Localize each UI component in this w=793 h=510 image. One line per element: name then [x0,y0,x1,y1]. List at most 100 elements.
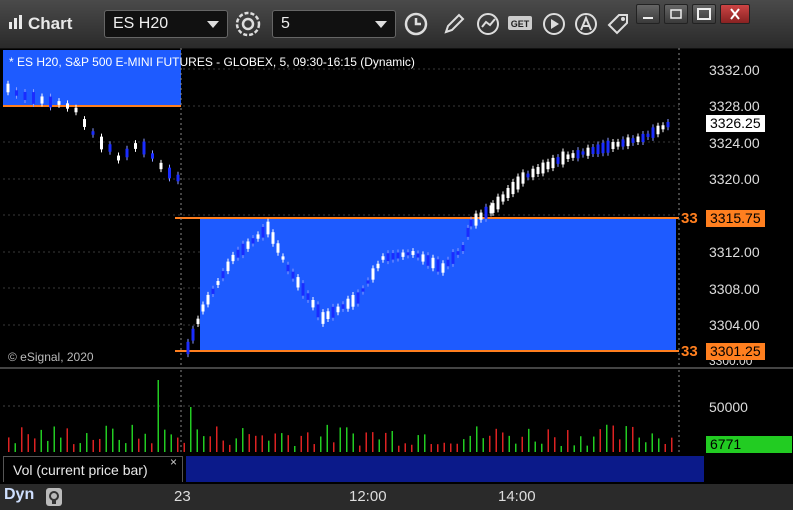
candle [134,143,137,149]
candle [446,259,450,267]
price-tick: 3320.00 [709,171,760,187]
candle [391,253,395,260]
title-bar: Chart ES H20 5 GET [0,0,793,49]
time-button[interactable] [402,10,430,38]
volume-bar [456,443,458,452]
chart-app-icon [9,15,22,29]
candle [436,259,440,272]
candle [23,91,27,101]
volume-bar [573,445,575,452]
link-button[interactable] [604,10,632,38]
volume-bar [229,444,231,452]
candle [83,119,86,127]
candle [596,144,600,155]
minimize-button[interactable] [636,4,660,24]
volume-bar [502,432,504,452]
candle [206,294,210,305]
volume-bar [365,432,367,452]
volume-bar [235,438,237,452]
candle [271,232,275,244]
candle [656,125,660,135]
copyright-text: © eSignal, 2020 [8,350,94,364]
volume-bar [339,427,341,452]
volume-bar [482,438,484,452]
volume-bar [554,437,556,452]
candle [666,121,670,128]
candle [331,306,335,318]
last-price-badge: 3326.25 [706,115,765,132]
volume-bar [437,444,439,452]
candle [226,261,230,272]
panel-divider[interactable] [0,367,793,369]
volume-bar [411,444,413,452]
maximize-button[interactable] [692,4,716,24]
volume-bar [261,435,263,452]
candle [511,181,515,195]
candle [159,162,163,170]
volume-bar [138,438,140,452]
candle [406,252,410,256]
candle [301,283,305,296]
replay-button[interactable] [540,10,568,38]
volume-bar [528,428,530,452]
candle [306,293,310,300]
volume-study-label: Vol (current price bar) [13,462,148,478]
chevron-down-icon [375,21,387,28]
volume-bar [294,445,296,452]
get-button[interactable]: GET [506,10,534,38]
candle [346,298,350,309]
interval-dropdown[interactable]: 5 [272,10,396,38]
volume-bar [612,425,614,452]
candle [591,147,595,154]
candle [6,83,10,93]
volume-bar [60,437,62,452]
level-high-badge: 3315.75 [706,210,765,227]
volume-bar [599,429,601,452]
candle [381,256,385,260]
volume-bar [92,439,94,452]
volume-bar [190,407,192,452]
volume-bar [378,439,380,452]
time-axis-bar[interactable] [0,484,793,510]
candle [526,173,530,178]
candle [479,212,483,220]
volume-bar [521,436,523,452]
symbol-dropdown[interactable]: ES H20 [104,10,228,38]
volume-bar [372,432,374,452]
volume-bar [593,436,595,452]
volume-bar [157,380,159,452]
time-tick: 14:00 [498,488,536,505]
lock-icon[interactable] [45,487,63,507]
study-button[interactable] [474,10,502,38]
volume-chart[interactable] [3,370,703,454]
candle [216,281,220,285]
close-button[interactable] [720,4,750,24]
price-axis[interactable]: 3332.00 3328.00 3324.00 3320.00 3312.00 … [704,48,793,368]
price-chart[interactable] [3,48,703,366]
level-high-marker: 33 [681,210,698,227]
candle [286,264,290,272]
chevron-down-icon [207,21,219,28]
volume-bar [430,444,432,452]
candle [506,187,510,199]
volume-bar [203,436,205,452]
candle [246,241,250,249]
dynamic-mode-label[interactable]: Dyn [4,486,34,504]
price-tick: 3332.00 [709,62,760,78]
alert-button[interactable] [572,10,600,38]
volume-study-tab[interactable]: Vol (current price bar) [3,456,183,482]
volume-bar [619,439,621,452]
volume-bar [216,426,218,452]
volume-bar [300,435,302,452]
volume-bar [606,424,608,452]
candle [501,194,505,202]
volume-bar [651,433,653,452]
close-study-icon[interactable]: × [170,455,177,469]
volume-bar [268,440,270,452]
candle [361,288,365,292]
draw-button[interactable] [440,10,468,38]
volume-bar [352,433,354,452]
settings-button[interactable] [234,10,262,38]
restore-button[interactable] [664,4,688,24]
candle [416,253,420,258]
